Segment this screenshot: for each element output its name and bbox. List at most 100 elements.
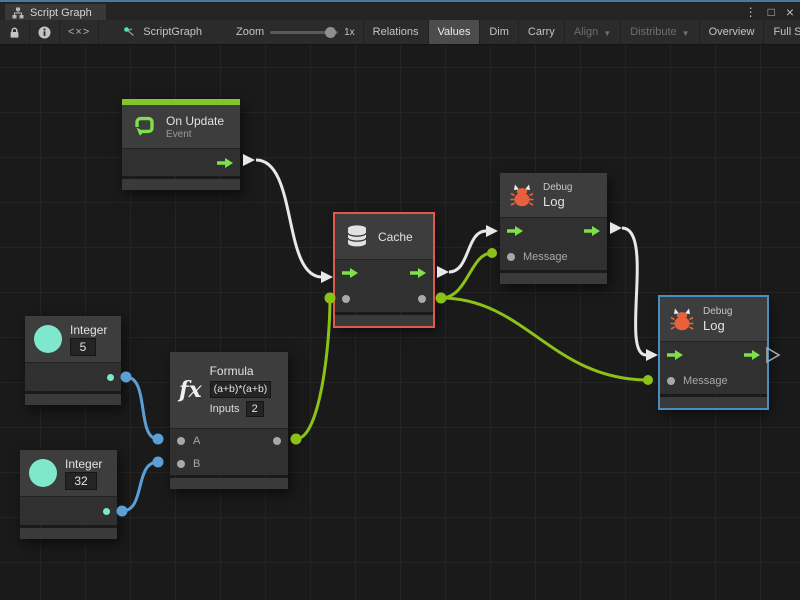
node-title: Integer <box>70 323 107 337</box>
wire-arrowhead <box>243 154 255 166</box>
node-footer <box>20 528 117 539</box>
close-icon[interactable]: × <box>786 3 794 21</box>
zoom-label: Zoom <box>236 26 264 38</box>
node-footer <box>335 315 433 326</box>
message-input-port[interactable] <box>667 377 675 385</box>
flow-input-port[interactable] <box>507 226 523 236</box>
wire-integer-b-to-formula[interactable] <box>122 462 158 511</box>
message-port-label: Message <box>523 251 568 263</box>
integer-circle-icon <box>34 325 62 353</box>
port-label-b: B <box>193 458 200 470</box>
window-menu-icon[interactable]: ⋮ <box>745 3 757 21</box>
inputs-label: Inputs <box>210 403 240 415</box>
flow-output-port[interactable] <box>410 268 426 278</box>
wire-cache-to-debug2-message[interactable] <box>441 298 648 380</box>
wire-endpoint-dot <box>436 293 447 304</box>
message-input-port[interactable] <box>507 253 515 261</box>
relations-button[interactable]: Relations <box>364 20 429 44</box>
integer-circle-icon <box>29 459 57 487</box>
edit-source-button[interactable]: <×> <box>60 20 99 44</box>
wire-cache-to-debug1-message[interactable] <box>441 253 492 298</box>
node-footer <box>122 179 240 190</box>
node-integer-b[interactable]: Integer 32 <box>20 450 117 539</box>
title-bar: Script Graph ⋮ □ × <box>0 0 800 20</box>
node-title: Debug <box>703 306 732 317</box>
values-button[interactable]: Values <box>429 20 481 44</box>
formula-expression-field[interactable]: (a+b)*(a+b) <box>210 381 272 398</box>
flow-output-port[interactable] <box>744 350 760 360</box>
zoom-slider-handle[interactable] <box>325 27 336 38</box>
value-output-port[interactable] <box>103 508 110 515</box>
graph-edge-icon <box>123 25 137 39</box>
distribute-dropdown[interactable]: Distribute ▼ <box>621 20 699 44</box>
node-title: Formula <box>210 364 272 378</box>
graph-name-label: ScriptGraph <box>143 26 202 38</box>
wire-arrowhead <box>646 349 658 361</box>
zoom-control: Zoom 1x <box>228 20 363 44</box>
wire-endpoint-dot <box>291 434 302 445</box>
wire-formula-to-cache[interactable] <box>296 298 330 439</box>
value-input-port[interactable] <box>342 295 350 303</box>
flow-input-port[interactable] <box>342 268 358 278</box>
wire-arrowhead <box>610 222 622 234</box>
node-subtitle: Log <box>543 194 572 209</box>
lock-button[interactable] <box>0 20 30 44</box>
integer-value-field[interactable]: 5 <box>70 338 96 356</box>
full-screen-button[interactable]: Full Screen <box>764 20 800 44</box>
node-footer <box>500 273 607 284</box>
port-label-a: A <box>193 435 200 447</box>
flow-output-port[interactable] <box>217 158 233 168</box>
wire-debug1-to-debug2[interactable] <box>622 228 646 355</box>
carry-button[interactable]: Carry <box>519 20 565 44</box>
chevron-down-icon: ▼ <box>603 29 611 38</box>
integer-value-field[interactable]: 32 <box>65 472 97 490</box>
value-output-port[interactable] <box>107 374 114 381</box>
value-output-port[interactable] <box>418 295 426 303</box>
wire-endpoint-dot <box>487 248 497 258</box>
wire-integer-a-to-formula[interactable] <box>126 377 158 439</box>
wire-onupdate-to-cache[interactable] <box>256 160 322 277</box>
node-on-update[interactable]: On Update Event <box>122 99 240 190</box>
wire-arrowhead <box>437 266 449 278</box>
bug-icon <box>509 183 535 208</box>
align-dropdown[interactable]: Align ▼ <box>565 20 621 44</box>
info-icon <box>38 26 51 39</box>
node-title: On Update <box>166 114 224 128</box>
wire-arrowhead <box>486 225 498 237</box>
flow-output-port[interactable] <box>584 226 600 236</box>
node-subtitle: Event <box>166 129 224 140</box>
maximize-icon[interactable]: □ <box>768 3 775 21</box>
wire-endpoint-dot <box>325 293 336 304</box>
node-footer <box>25 394 121 405</box>
node-title: Debug <box>543 182 572 193</box>
info-button[interactable] <box>30 20 60 44</box>
wire-cache-to-debug1[interactable] <box>449 231 486 272</box>
node-debug-log-bottom[interactable]: Debug Log Message <box>660 297 767 408</box>
graph-breadcrumb[interactable]: ScriptGraph <box>115 20 210 44</box>
value-output-port[interactable] <box>273 437 281 445</box>
zoom-slider[interactable] <box>270 31 338 34</box>
wire-endpoint-dot <box>153 434 164 445</box>
node-formula[interactable]: fx Formula (a+b)*(a+b) Inputs 2 A <box>170 352 288 489</box>
value-input-port-b[interactable] <box>177 460 185 468</box>
value-input-port-a[interactable] <box>177 437 185 445</box>
node-debug-log-top[interactable]: Debug Log Message <box>500 173 607 284</box>
wire-endpoint-dot <box>117 506 128 517</box>
node-title: Integer <box>65 457 102 471</box>
dim-button[interactable]: Dim <box>480 20 519 44</box>
zoom-value: 1x <box>344 27 355 38</box>
dangling-flow-arrow <box>767 348 779 362</box>
node-subtitle: Log <box>703 318 732 333</box>
node-cache[interactable]: Cache <box>335 214 433 326</box>
graph-canvas[interactable]: On Update Event Integer 5 <box>0 45 800 600</box>
tab-label: Script Graph <box>30 7 92 19</box>
on-update-loop-icon <box>131 113 158 140</box>
overview-button[interactable]: Overview <box>700 20 765 44</box>
inputs-count-field[interactable]: 2 <box>246 401 264 417</box>
flow-input-port[interactable] <box>667 350 683 360</box>
graph-icon <box>12 7 24 19</box>
chevron-down-icon: ▼ <box>682 29 690 38</box>
wire-endpoint-dot <box>121 372 132 383</box>
wire-endpoint-dot <box>643 375 653 385</box>
node-integer-a[interactable]: Integer 5 <box>25 316 121 405</box>
